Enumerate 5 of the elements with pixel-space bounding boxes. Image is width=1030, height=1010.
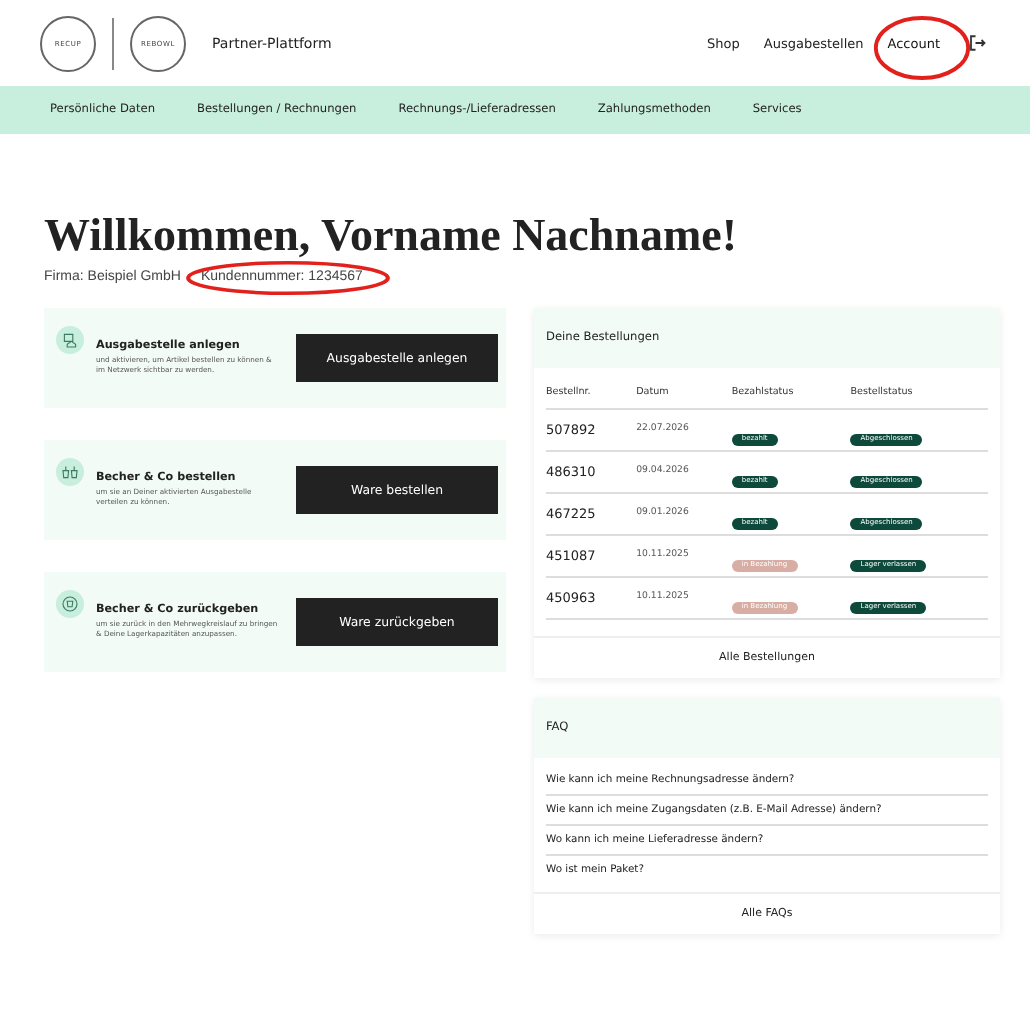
highlight-ellipse	[871, 13, 972, 81]
cups-icon	[56, 458, 84, 487]
welcome-heading: Willkommen, Vorname Nachname!	[44, 210, 739, 261]
logout-icon[interactable]	[968, 34, 986, 52]
cup-icon	[56, 590, 84, 619]
